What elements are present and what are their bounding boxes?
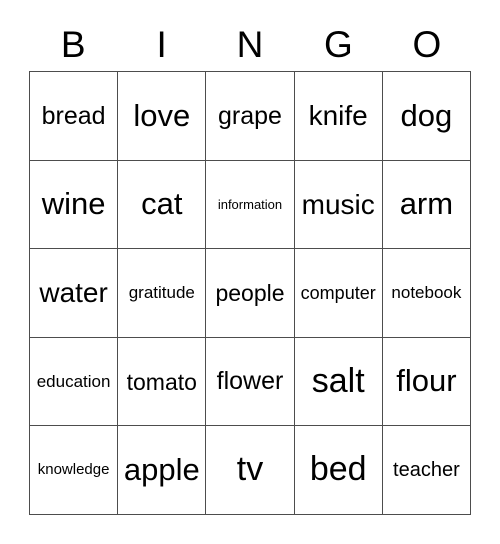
bingo-cell-r1c5[interactable]: dog	[382, 72, 471, 161]
bingo-cell-label: dog	[400, 97, 453, 133]
bingo-cell-label: bed	[309, 450, 367, 489]
bingo-cell-r3c3[interactable]: people	[206, 249, 295, 338]
bingo-cell-r5c4[interactable]: bed	[294, 426, 383, 515]
bingo-cell-label: education	[36, 371, 111, 391]
bingo-cell-label: tomato	[126, 368, 197, 395]
bingo-cell-label: people	[215, 279, 285, 306]
bingo-card: B I N G O bread love grape knife dog win…	[0, 0, 500, 544]
bingo-cell-label: water	[39, 277, 108, 309]
bingo-cell-label: love	[133, 97, 191, 133]
bingo-cell-label: flower	[216, 367, 284, 396]
bingo-cell-r2c5[interactable]: arm	[382, 160, 471, 250]
header-letter-i: I	[156, 23, 167, 65]
bingo-cell-r2c2[interactable]: cat	[118, 160, 207, 250]
header-letter-b: B	[60, 23, 86, 65]
header-letter-g: G	[324, 23, 353, 65]
bingo-cell-label: knife	[308, 100, 368, 132]
bingo-cell-r1c1[interactable]: bread	[30, 72, 119, 161]
bingo-cell-label: flour	[396, 363, 457, 399]
bingo-cell-r5c2[interactable]: apple	[118, 426, 207, 515]
bingo-cell-r5c1[interactable]: knowledge	[30, 426, 119, 515]
bingo-cell-r4c1[interactable]: education	[30, 337, 119, 427]
bingo-cell-r4c4[interactable]: salt	[294, 337, 383, 427]
bingo-cell-r5c5[interactable]: teacher	[382, 426, 471, 515]
bingo-cell-label: grape	[218, 101, 282, 130]
bingo-cell-label: information	[217, 196, 283, 212]
bingo-cell-r5c3[interactable]: tv	[206, 426, 295, 515]
header-letter-n: N	[236, 23, 264, 65]
bingo-cell-label: computer	[300, 282, 376, 303]
bingo-cell-r4c2[interactable]: tomato	[118, 337, 207, 427]
bingo-cell-label: apple	[123, 451, 200, 487]
bingo-cell-r3c4[interactable]: computer	[294, 249, 383, 338]
header-letter-o: O	[412, 23, 442, 65]
bingo-cell-r1c3[interactable]: grape	[206, 72, 295, 161]
bingo-cell-label: gratitude	[128, 283, 195, 303]
bingo-cell-label: teacher	[393, 458, 460, 481]
bingo-cell-label: bread	[41, 101, 106, 130]
bingo-cell-r3c5[interactable]: notebook	[382, 249, 471, 338]
bingo-cell-label: music	[301, 188, 375, 220]
bingo-cell-r3c1[interactable]: water	[30, 249, 119, 338]
bingo-cell-label: salt	[311, 361, 365, 400]
bingo-cell-r2c3[interactable]: information	[206, 160, 295, 250]
bingo-header-row: B I N G O	[29, 18, 471, 70]
bingo-cell-label: tv	[236, 450, 264, 489]
bingo-cell-label: notebook	[391, 283, 462, 303]
bingo-cell-label: arm	[399, 186, 454, 222]
bingo-cell-r2c1[interactable]: wine	[30, 160, 119, 250]
bingo-cell-label: cat	[141, 186, 183, 222]
bingo-cell-r1c2[interactable]: love	[118, 72, 207, 161]
bingo-cell-label: knowledge	[37, 461, 110, 479]
bingo-cell-r4c5[interactable]: flour	[382, 337, 471, 427]
bingo-cell-label: wine	[41, 186, 106, 222]
bingo-cell-r1c4[interactable]: knife	[294, 72, 383, 161]
bingo-grid: bread love grape knife dog wine cat info…	[29, 71, 471, 515]
bingo-cell-r4c3[interactable]: flower	[206, 337, 295, 427]
bingo-cell-r2c4[interactable]: music	[294, 160, 383, 250]
bingo-cell-r3c2[interactable]: gratitude	[118, 249, 207, 338]
